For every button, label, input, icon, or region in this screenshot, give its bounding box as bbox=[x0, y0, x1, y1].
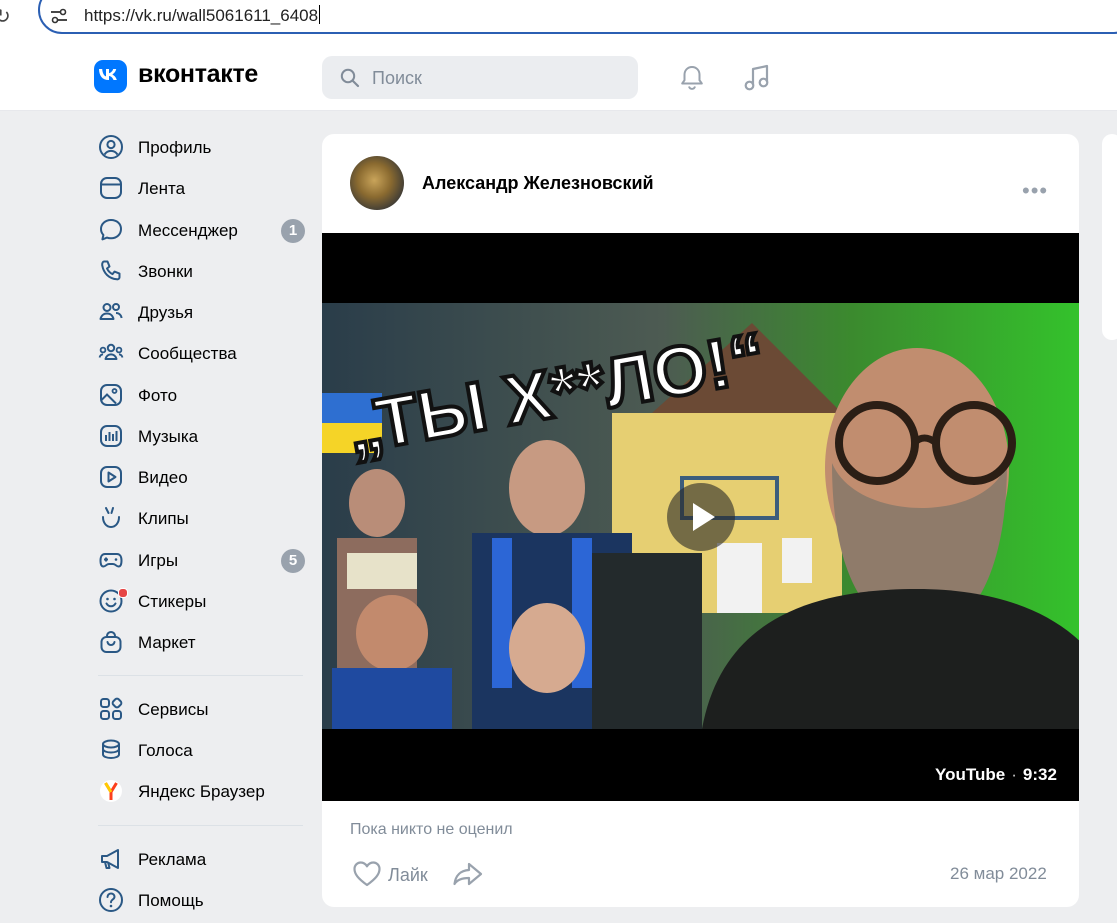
like-button[interactable]: Лайк bbox=[350, 858, 440, 890]
sidebar-item-label: Клипы bbox=[138, 509, 189, 528]
reactions-summary: Пока никто не оценил bbox=[350, 821, 513, 838]
sidebar-item-services[interactable]: Сервисы bbox=[90, 690, 310, 728]
sidebar-item-label: Яндекс Браузер bbox=[138, 782, 265, 801]
sidebar-item-label: Лента bbox=[138, 179, 186, 198]
sidebar-item-label: Помощь bbox=[138, 891, 204, 910]
sidebar-item-label: Реклама bbox=[138, 850, 207, 869]
sidebar-item-label: Звонки bbox=[138, 262, 193, 281]
site-header: вконтакте bbox=[0, 44, 1117, 111]
sidebar-item-clips[interactable]: Клипы bbox=[90, 499, 310, 537]
sidebar-item-label: Сообщества bbox=[138, 344, 237, 363]
sidebar-item-label: Профиль bbox=[138, 138, 212, 157]
sidebar-item-label: Мессенджер bbox=[138, 221, 238, 240]
sidebar-divider bbox=[98, 825, 303, 826]
music-icon bbox=[100, 425, 122, 447]
sidebar-item-label: Стикеры bbox=[138, 592, 207, 611]
sidebar-item-label: Видео bbox=[138, 468, 188, 487]
sidebar-item-calls[interactable]: Звонки bbox=[90, 252, 310, 290]
sidebar-item-stickers[interactable]: Стикеры bbox=[90, 582, 310, 620]
sidebar-item-profile[interactable]: Профиль bbox=[90, 128, 310, 166]
sidebar-item-label: Голоса bbox=[138, 741, 193, 760]
sidebar-item-communities[interactable]: Сообщества bbox=[90, 334, 310, 372]
sidebar-item-friends[interactable]: Друзья bbox=[90, 293, 310, 331]
votes-icon bbox=[102, 739, 120, 760]
post-card: Александр Железновский ••• „ТЫ Х**ЛО!“ Y… bbox=[322, 134, 1079, 907]
user-icon bbox=[99, 135, 123, 159]
video-meta: YouTube · 9:32 bbox=[935, 765, 1057, 784]
sidebar-item-games[interactable]: Игры 5 bbox=[90, 541, 310, 579]
heart-icon bbox=[353, 861, 381, 887]
sidebar-item-ads[interactable]: Реклама bbox=[90, 840, 310, 878]
phone-icon bbox=[101, 260, 121, 281]
photo-icon bbox=[100, 384, 122, 406]
search-box[interactable] bbox=[322, 56, 638, 101]
video-icon bbox=[100, 466, 122, 488]
sidebar-item-label: Друзья bbox=[138, 303, 194, 322]
games-icon bbox=[99, 553, 123, 568]
browser-toolbar: ↻ https://vk.ru/wall5061611_6408 bbox=[0, 0, 1117, 44]
video-source: YouTube bbox=[935, 765, 1006, 784]
author-avatar[interactable] bbox=[350, 156, 404, 210]
music-note-icon[interactable] bbox=[742, 63, 772, 93]
play-icon[interactable] bbox=[667, 483, 735, 551]
sidebar-item-label: Игры bbox=[138, 551, 179, 570]
yandex-icon bbox=[100, 780, 122, 802]
search-icon bbox=[340, 68, 360, 88]
sidebar-item-label: Фото bbox=[138, 386, 178, 405]
sidebar-item-messenger[interactable]: Мессенджер 1 bbox=[90, 211, 310, 249]
post-author-name[interactable]: Александр Железновский bbox=[422, 173, 654, 194]
sidebar-divider bbox=[98, 675, 303, 676]
sidebar-item-video[interactable]: Видео bbox=[90, 458, 310, 496]
post-date[interactable]: 26 мар 2022 bbox=[950, 864, 1047, 884]
bell-icon[interactable] bbox=[678, 64, 706, 92]
like-label: Лайк bbox=[388, 865, 428, 885]
feed-icon bbox=[100, 177, 122, 199]
megaphone-icon bbox=[101, 849, 119, 869]
sidebar-item-label: Музыка bbox=[138, 427, 199, 446]
clips-icon bbox=[102, 507, 120, 529]
games-badge: 5 bbox=[281, 549, 305, 573]
message-icon bbox=[100, 219, 122, 241]
logo-text[interactable]: вконтакте bbox=[138, 60, 258, 89]
sidebar-item-feed[interactable]: Лента bbox=[90, 169, 310, 207]
sidebar-item-yandex-browser[interactable]: Яндекс Браузер bbox=[90, 772, 310, 810]
sidebar-item-votes[interactable]: Голоса bbox=[90, 731, 310, 769]
search-input[interactable] bbox=[370, 56, 624, 101]
communities-icon bbox=[98, 343, 124, 360]
friends-icon bbox=[99, 303, 123, 320]
unread-badge: 1 bbox=[281, 219, 305, 243]
url-text[interactable]: https://vk.ru/wall5061611_6408 bbox=[84, 5, 321, 26]
sidebar-item-label: Маркет bbox=[138, 633, 196, 652]
market-icon bbox=[100, 630, 122, 653]
more-options-icon[interactable]: ••• bbox=[1022, 178, 1048, 204]
new-stickers-dot bbox=[118, 588, 128, 598]
sidebar-item-music[interactable]: Музыка bbox=[90, 417, 310, 455]
video-duration: 9:32 bbox=[1022, 765, 1057, 784]
video-player[interactable]: „ТЫ Х**ЛО!“ YouTube · 9:32 bbox=[322, 233, 1079, 801]
services-icon bbox=[100, 697, 123, 720]
site-settings-icon[interactable] bbox=[50, 7, 68, 25]
help-icon bbox=[99, 888, 123, 912]
reload-icon[interactable]: ↻ bbox=[0, 4, 11, 29]
share-icon[interactable] bbox=[452, 860, 484, 888]
right-column-edge bbox=[1102, 134, 1117, 340]
sidebar-item-label: Сервисы bbox=[138, 700, 209, 719]
vk-logo-icon[interactable] bbox=[94, 60, 127, 93]
sidebar-item-market[interactable]: Маркет bbox=[90, 623, 310, 661]
sidebar-item-photos[interactable]: Фото bbox=[90, 376, 310, 414]
sidebar-item-help[interactable]: Помощь bbox=[90, 881, 310, 919]
